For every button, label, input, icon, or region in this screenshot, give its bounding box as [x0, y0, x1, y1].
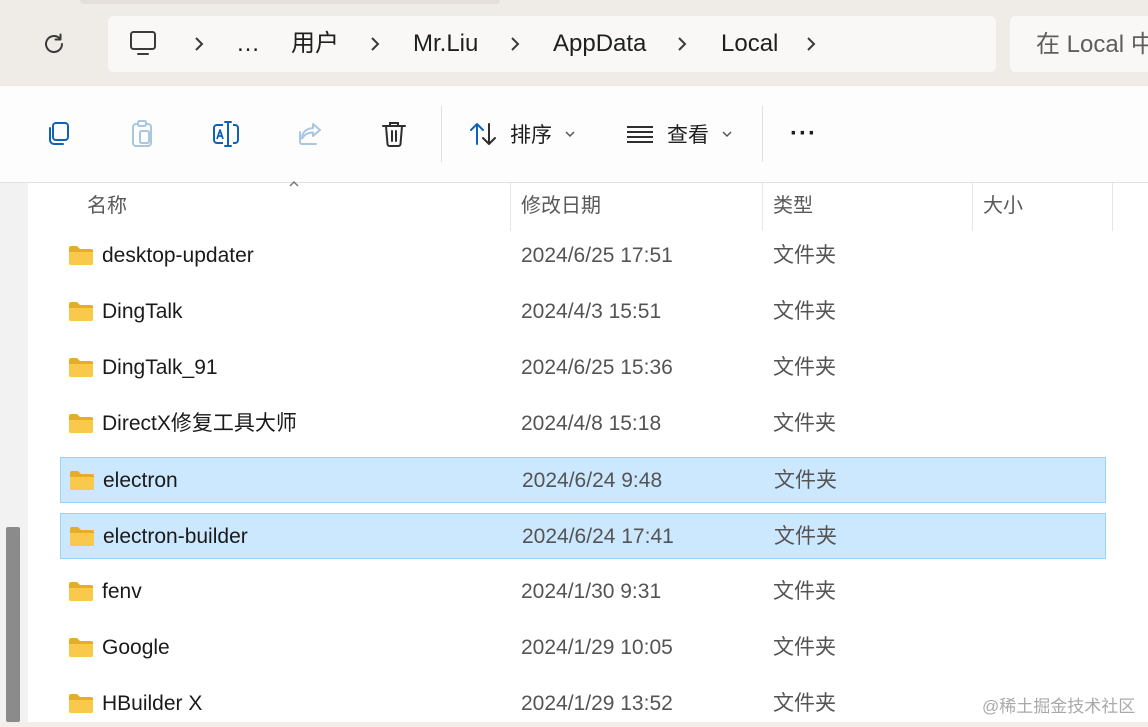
file-modified-date: 2024/6/25 17:51	[521, 244, 673, 267]
more-options-button[interactable]: ···	[790, 110, 817, 158]
file-row[interactable]: desktop-updater 2024/6/25 17:51 文件夹	[60, 233, 1106, 279]
file-type: 文件夹	[773, 244, 836, 267]
view-menu-button[interactable]: 查看	[625, 110, 733, 158]
refresh-button[interactable]	[30, 22, 78, 66]
folder-icon	[69, 694, 93, 713]
sort-menu-button[interactable]: 排序	[468, 110, 576, 158]
trash-icon	[382, 122, 406, 147]
file-type: 文件夹	[773, 412, 836, 435]
column-header-size[interactable]: 大小	[983, 183, 1023, 231]
file-name: fenv	[102, 580, 142, 603]
file-row[interactable]: DingTalk 2024/4/3 15:51 文件夹	[60, 289, 1106, 335]
file-type: 文件夹	[773, 356, 836, 379]
folder-icon	[69, 638, 93, 657]
column-divider[interactable]	[510, 183, 511, 231]
breadcrumb-user-folder[interactable]: Mr.Liu	[413, 16, 478, 72]
file-row[interactable]: electron-builder 2024/6/24 17:41 文件夹	[60, 513, 1106, 559]
breadcrumb-users[interactable]: 用户	[291, 16, 339, 72]
chevron-down-icon	[565, 131, 575, 138]
file-name: HBuilder X	[102, 692, 203, 715]
command-bar: 排序 查看 ···	[0, 86, 1148, 183]
file-modified-date: 2024/4/3 15:51	[521, 300, 662, 323]
column-divider[interactable]	[1112, 183, 1113, 231]
file-list-pane: 名称 修改日期 类型 大小 desktop-updater 2024/6/25 1…	[0, 180, 1148, 722]
rename-icon	[213, 121, 239, 147]
view-label: 查看	[667, 124, 709, 147]
delete-button[interactable]	[369, 110, 419, 158]
toolbar-divider	[762, 106, 763, 162]
folder-icon	[70, 471, 94, 490]
watermark: @稀土掘金技术社区	[982, 697, 1136, 716]
breadcrumb-local[interactable]: Local	[721, 16, 778, 72]
column-divider[interactable]	[762, 183, 763, 231]
file-type: 文件夹	[773, 300, 836, 323]
file-modified-date: 2024/4/8 15:18	[521, 412, 662, 435]
view-list-icon	[627, 126, 653, 143]
search-placeholder: 在 Local 中	[1036, 31, 1148, 58]
file-name: electron	[103, 469, 178, 492]
file-type: 文件夹	[773, 636, 836, 659]
navigation-pane-edge	[0, 183, 28, 722]
paste-button[interactable]	[117, 110, 167, 158]
file-modified-date: 2024/6/24 17:41	[522, 525, 674, 548]
search-input[interactable]: 在 Local 中	[1010, 16, 1148, 72]
folder-icon	[69, 246, 93, 265]
column-header-type[interactable]: 类型	[773, 183, 813, 231]
sort-ascending-icon	[289, 180, 299, 187]
file-name: DingTalk_91	[102, 356, 218, 379]
share-button[interactable]	[285, 110, 335, 158]
chevron-right-icon[interactable]	[507, 34, 523, 54]
breadcrumb-appdata[interactable]: AppData	[553, 16, 646, 72]
file-modified-date: 2024/1/29 13:52	[521, 692, 673, 715]
folder-icon	[69, 302, 93, 321]
file-row[interactable]: Google 2024/1/29 10:05 文件夹	[60, 625, 1106, 671]
folder-icon	[69, 414, 93, 433]
file-modified-date: 2024/1/30 9:31	[521, 580, 662, 603]
folder-icon	[70, 527, 94, 546]
chevron-right-icon[interactable]	[191, 34, 207, 54]
rename-button[interactable]	[201, 110, 251, 158]
file-modified-date: 2024/1/29 10:05	[521, 636, 673, 659]
file-name: electron-builder	[103, 525, 248, 548]
sort-label: 排序	[510, 124, 552, 147]
chevron-right-icon[interactable]	[674, 34, 690, 54]
file-type: 文件夹	[773, 692, 836, 715]
sort-icon	[470, 123, 496, 145]
file-name: DirectX修复工具大师	[102, 412, 297, 435]
file-row[interactable]: electron 2024/6/24 9:48 文件夹	[60, 457, 1106, 503]
file-row[interactable]: DingTalk_91 2024/6/25 15:36 文件夹	[60, 345, 1106, 391]
column-header-name[interactable]: 名称	[87, 183, 127, 231]
file-row[interactable]: HBuilder X 2024/1/29 13:52 文件夹	[60, 681, 1106, 727]
this-pc-button[interactable]	[128, 28, 162, 60]
file-type: 文件夹	[774, 469, 837, 492]
scrollbar-thumb[interactable]	[6, 527, 20, 722]
column-divider[interactable]	[972, 183, 973, 231]
file-type: 文件夹	[773, 580, 836, 603]
column-header-modified[interactable]: 修改日期	[521, 183, 601, 231]
file-modified-date: 2024/6/25 15:36	[521, 356, 673, 379]
breadcrumb[interactable]: … 用户 Mr.Liu AppData Local	[108, 16, 996, 72]
chevron-right-icon[interactable]	[803, 34, 819, 54]
chevron-down-icon	[722, 131, 732, 138]
file-modified-date: 2024/6/24 9:48	[522, 469, 663, 492]
folder-icon	[69, 358, 93, 377]
file-name: DingTalk	[102, 300, 183, 323]
file-type: 文件夹	[774, 525, 837, 548]
toolbar-divider	[441, 106, 442, 162]
paste-icon	[132, 120, 152, 147]
breadcrumb-more[interactable]: …	[236, 16, 262, 72]
file-row[interactable]: DirectX修复工具大师 2024/4/8 15:18 文件夹	[60, 401, 1106, 447]
chevron-right-icon[interactable]	[367, 34, 383, 54]
address-bar: … 用户 Mr.Liu AppData Local 在 Local 中	[0, 0, 1148, 86]
file-name: Google	[102, 636, 170, 659]
computer-icon	[130, 31, 156, 55]
tab-strip	[80, 0, 500, 4]
refresh-icon	[45, 33, 63, 53]
folder-icon	[69, 582, 93, 601]
file-row[interactable]: fenv 2024/1/30 9:31 文件夹	[60, 569, 1106, 615]
share-icon	[299, 123, 321, 145]
file-name: desktop-updater	[102, 244, 254, 267]
copy-icon	[49, 122, 69, 145]
copy-button[interactable]	[33, 110, 83, 158]
